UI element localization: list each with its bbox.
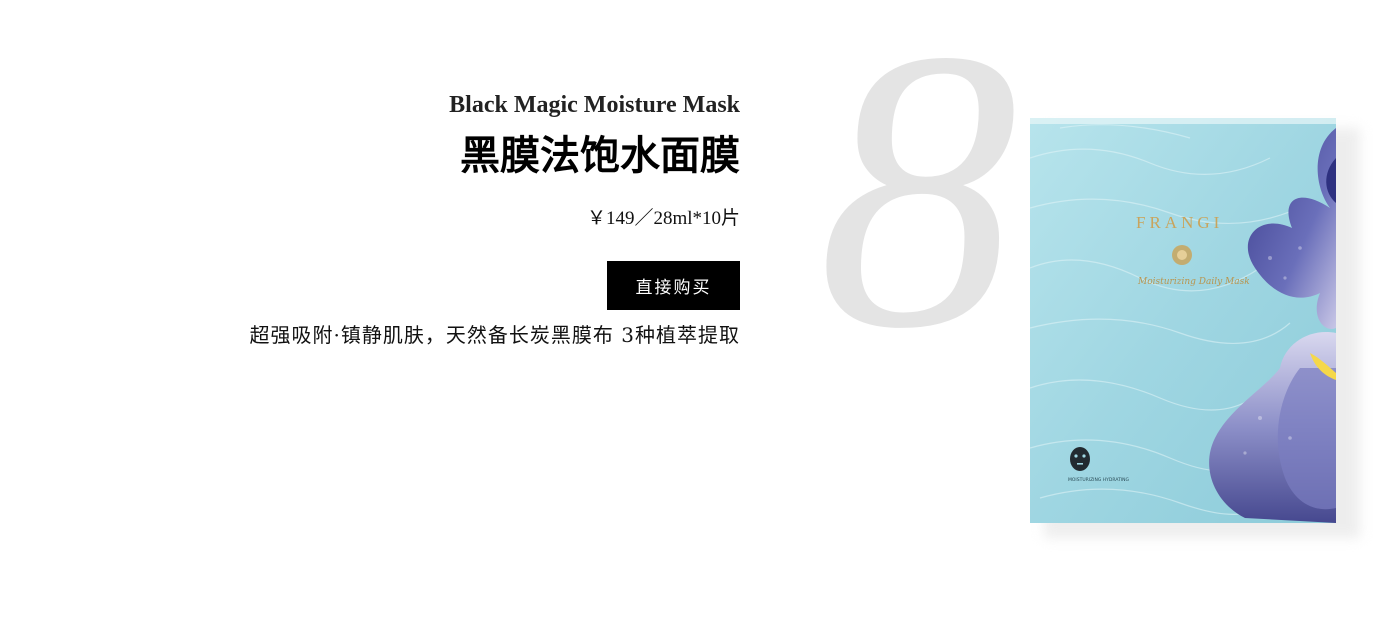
product-name-cn: 黑膜法饱水面膜 [460, 132, 740, 179]
product-image[interactable]: FRANGI Moisturizing Daily Mask MOISTURIZ… [1030, 118, 1336, 523]
buy-row: 直接购买 [100, 261, 740, 310]
product-info: Black Magic Moisture Mask 黑膜法饱水面膜 ￥149／2… [100, 88, 740, 350]
product-description: 超强吸附·镇静肌肤，天然备长炭黑膜布 3种植萃提取 [249, 323, 740, 347]
buy-now-button[interactable]: 直接购买 [607, 261, 740, 310]
section-number: 8 [818, 0, 1018, 411]
mask-package-illustration: FRANGI Moisturizing Daily Mask MOISTURIZ… [1030, 118, 1336, 523]
product-price: ￥149／28ml*10片 [586, 208, 740, 229]
package-badge: MOISTURIZING HYDRATING [1068, 477, 1130, 483]
package-emblem-icon [1172, 245, 1192, 265]
package-script-line: Moisturizing Daily Mask [1137, 277, 1250, 287]
product-name-en: Black Magic Moisture Mask [449, 92, 740, 118]
mask-face-icon [1070, 447, 1090, 471]
package-brand: FRANGI [1136, 213, 1223, 232]
